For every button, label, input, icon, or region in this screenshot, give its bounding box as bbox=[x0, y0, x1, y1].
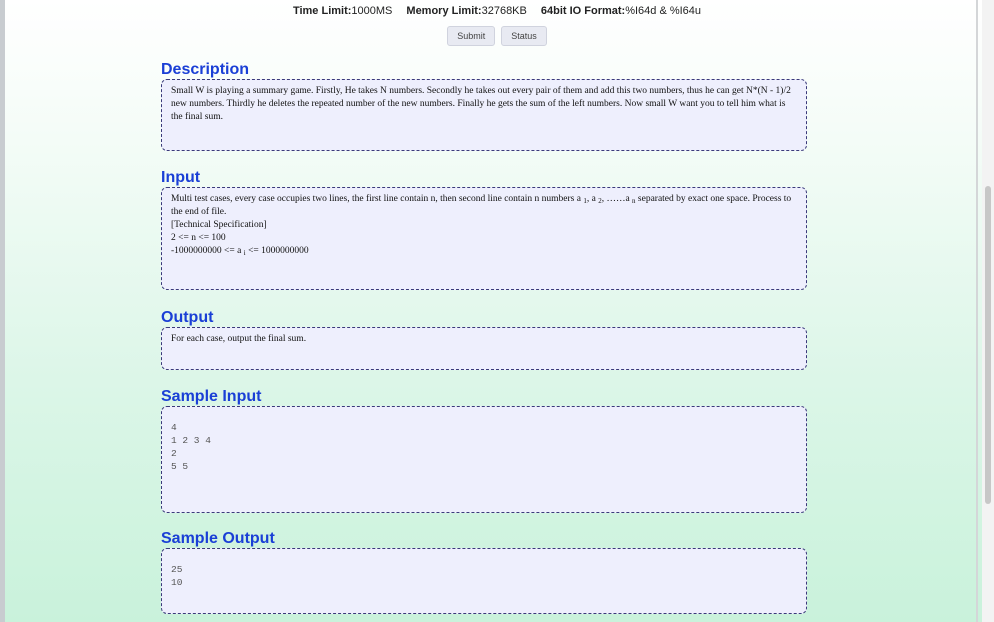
input-box: Multi test cases, every case occupies tw… bbox=[161, 187, 807, 290]
page-frame-left bbox=[0, 0, 5, 622]
description-title: Description bbox=[161, 61, 250, 78]
output-text: For each case, output the final sum. bbox=[171, 334, 307, 344]
sample-output-box: 25 10 bbox=[161, 548, 807, 614]
time-limit-label: Time Limit: bbox=[292, 5, 352, 17]
memory-limit-label: Memory Limit: bbox=[406, 5, 482, 17]
input-description: Multi test cases, every case occupies tw… bbox=[171, 194, 792, 217]
output-title: Output bbox=[161, 309, 214, 326]
problem-limits: Time Limit:1000MS Memory Limit:32768KB 64b… bbox=[0, 5, 994, 17]
page-frame-right bbox=[976, 0, 978, 622]
scrollbar-thumb[interactable] bbox=[985, 186, 991, 504]
output-box: For each case, output the final sum. bbox=[161, 327, 807, 370]
spec-a-range: -1000000000 <= a i <= 1000000000 bbox=[171, 246, 309, 257]
problem-actions: Submit Status bbox=[0, 26, 994, 46]
sample-output-title: Sample Output bbox=[161, 530, 275, 547]
time-limit-value: 1000MS bbox=[351, 5, 393, 17]
description-box: Small W is playing a summary game. First… bbox=[161, 79, 807, 151]
input-title: Input bbox=[161, 169, 201, 186]
io-format-label: 64bit IO Format: bbox=[540, 5, 626, 17]
description-text: Small W is playing a summary game. First… bbox=[171, 86, 791, 122]
sample-input-title: Sample Input bbox=[161, 388, 262, 405]
submit-button[interactable]: Submit bbox=[447, 26, 496, 46]
status-button[interactable]: Status bbox=[501, 26, 547, 46]
memory-limit-value: 32768KB bbox=[481, 5, 527, 17]
io-format-value: %I64d & %I64u bbox=[625, 5, 702, 17]
spec-n-range: 2 <= n <= 100 bbox=[171, 233, 226, 243]
sample-input-box: 4 1 2 3 4 2 5 5 bbox=[161, 406, 807, 513]
technical-specification-heading: [Technical Specification] bbox=[171, 220, 267, 230]
